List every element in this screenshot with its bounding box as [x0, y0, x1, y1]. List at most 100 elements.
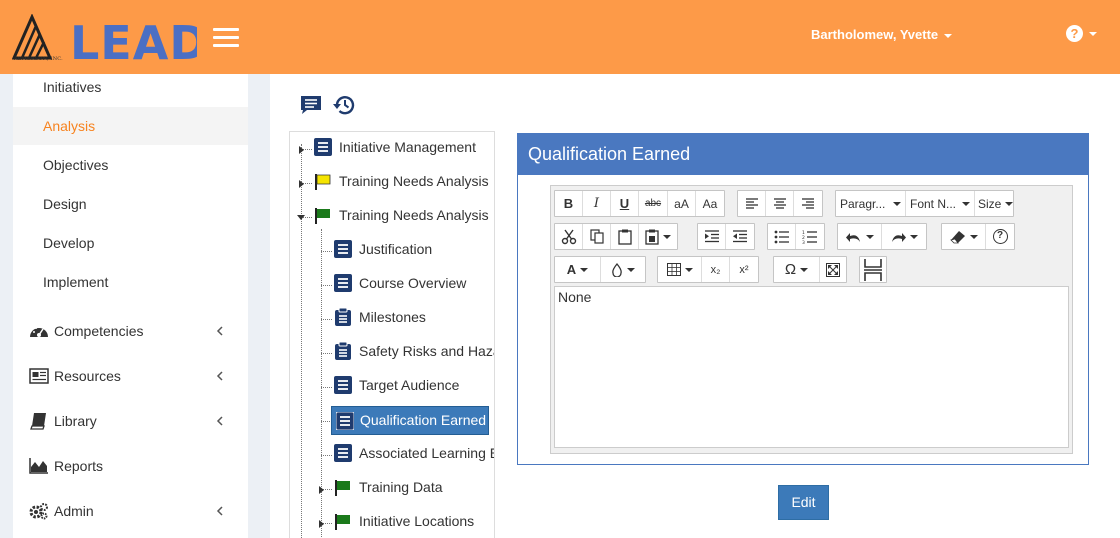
expand-toggle-icon[interactable] — [299, 180, 304, 188]
tree-node[interactable]: Training Needs Analysis — [314, 202, 494, 228]
edit-button[interactable]: Edit — [778, 485, 829, 520]
tree-node-label: Initiative Management — [339, 139, 476, 155]
clipboard-group — [554, 223, 678, 250]
tree-node[interactable]: Training Needs Analysis — [314, 168, 494, 194]
paragraph-select-label: Paragr... — [840, 196, 886, 211]
uppercase-button[interactable]: aA — [668, 191, 696, 216]
logo-text: LEAD — [70, 16, 197, 66]
tree-node[interactable]: Course Overview — [334, 270, 494, 296]
font-size-select[interactable]: Size — [975, 191, 1014, 216]
align-left-button[interactable] — [738, 191, 766, 216]
flag-yellow-icon — [315, 174, 331, 190]
sidebar-item-initiatives[interactable]: Initiatives — [13, 68, 248, 106]
caret-down-icon — [800, 267, 809, 272]
subscript-button[interactable]: x₂ — [702, 257, 730, 282]
bullet-list-button[interactable] — [768, 224, 796, 249]
underline-button[interactable]: U — [611, 191, 639, 216]
paragraph-select[interactable]: Paragr... — [836, 191, 906, 216]
italic-button[interactable]: I — [583, 191, 611, 216]
document-icon — [334, 240, 352, 258]
chevron-left-icon — [216, 371, 223, 381]
tools-group: ? — [941, 223, 1015, 250]
sidebar-item-resources[interactable]: Resources — [13, 354, 248, 398]
clear-format-button[interactable] — [942, 224, 986, 249]
tree-node[interactable]: Justification — [334, 236, 494, 262]
initiative-tree: Initiative Management Training Needs Ana… — [289, 131, 495, 538]
expand-toggle-icon[interactable] — [299, 146, 304, 154]
tree-node[interactable]: Initiative Management — [314, 134, 494, 160]
paste-button[interactable] — [611, 224, 639, 249]
undo-button[interactable] — [838, 224, 882, 249]
align-right-icon — [802, 197, 814, 209]
menu-toggle-icon[interactable] — [213, 28, 239, 48]
paste-icon — [617, 229, 632, 245]
redo-button[interactable] — [882, 224, 926, 249]
expand-toggle-icon[interactable] — [319, 486, 324, 494]
scissors-icon — [561, 229, 576, 244]
sidebar-item-label: Library — [54, 413, 97, 429]
copy-button[interactable] — [583, 224, 611, 249]
paste-text-icon — [645, 229, 659, 245]
bold-button[interactable]: B — [555, 191, 583, 216]
outdent-button[interactable] — [726, 224, 754, 249]
font-color-button[interactable]: A — [555, 257, 601, 282]
tree-node-selected[interactable]: Qualification Earned — [331, 406, 489, 435]
detail-panel: Qualification Earned B I U abc aA Aa Par… — [517, 133, 1089, 465]
paste-special-button[interactable] — [639, 224, 677, 249]
cogs-icon — [29, 503, 48, 520]
tree-node-label: Associated Learning Events — [359, 445, 494, 461]
sidebar-item-objectives[interactable]: Objectives — [13, 146, 248, 184]
tree-node[interactable]: Initiative Locations — [334, 508, 494, 534]
font-name-select[interactable]: Font N... — [906, 191, 975, 216]
sidebar-item-library[interactable]: Library — [13, 399, 248, 443]
sidebar-item-design[interactable]: Design — [13, 185, 248, 223]
align-center-button[interactable] — [766, 191, 794, 216]
tree-node[interactable]: Safety Risks and Hazards — [334, 338, 494, 364]
caret-down-icon — [1089, 31, 1097, 36]
chevron-left-icon — [216, 326, 223, 336]
indent-group — [697, 223, 755, 250]
superscript-button[interactable]: x² — [730, 257, 758, 282]
top-header: LEAD AEMERSON, INC. Bartholomew, Yvette … — [0, 0, 1120, 74]
sidebar-item-reports[interactable]: Reports — [13, 444, 248, 488]
document-icon — [336, 412, 354, 430]
history-icon[interactable] — [332, 94, 356, 116]
tree-node-label: Training Data — [359, 479, 443, 495]
table-button[interactable] — [658, 257, 702, 282]
help-icon: ? — [1066, 25, 1083, 43]
tree-node[interactable]: Target Audience — [334, 372, 494, 398]
help-menu[interactable]: ? — [1066, 25, 1097, 43]
color-group: A — [554, 256, 646, 283]
tree-node-label: Initiative Locations — [359, 513, 475, 529]
user-menu[interactable]: Bartholomew, Yvette — [811, 27, 953, 42]
sidebar-item-competencies[interactable]: Competencies — [13, 309, 248, 353]
sidebar-item-develop[interactable]: Develop — [13, 224, 248, 262]
tree-node-label: Milestones — [359, 309, 426, 325]
expand-toggle-icon[interactable] — [319, 520, 324, 528]
special-char-button[interactable]: Ω — [774, 257, 820, 282]
lowercase-button[interactable]: Aa — [696, 191, 724, 216]
fullscreen-button[interactable] — [820, 257, 846, 282]
indent-button[interactable] — [698, 224, 726, 249]
tree-node-label: Course Overview — [359, 275, 467, 291]
numbered-list-button[interactable]: 123 — [796, 224, 824, 249]
tree-node[interactable]: Training Data — [334, 474, 494, 500]
editor-content-area[interactable]: None — [554, 286, 1069, 448]
sidebar-item-label: Resources — [54, 368, 121, 384]
comment-list-icon[interactable] — [300, 95, 322, 115]
sidebar-item-implement[interactable]: Implement — [13, 263, 248, 301]
help-button[interactable]: ? — [986, 224, 1014, 249]
tree-node-label: Training Needs Analysis — [339, 173, 489, 189]
align-right-button[interactable] — [794, 191, 822, 216]
page-break-button[interactable] — [860, 257, 886, 282]
font-color-label: A — [566, 262, 577, 277]
caret-down-icon — [893, 201, 901, 206]
sidebar-item-admin[interactable]: Admin — [13, 489, 248, 533]
collapse-toggle-icon[interactable] — [297, 215, 305, 220]
tree-node[interactable]: Milestones — [334, 304, 494, 330]
background-color-button[interactable] — [601, 257, 645, 282]
cut-button[interactable] — [555, 224, 583, 249]
strikethrough-button[interactable]: abc — [639, 191, 668, 216]
tree-node[interactable]: Associated Learning Events — [334, 440, 494, 466]
sidebar-item-analysis[interactable]: Analysis — [13, 107, 248, 145]
